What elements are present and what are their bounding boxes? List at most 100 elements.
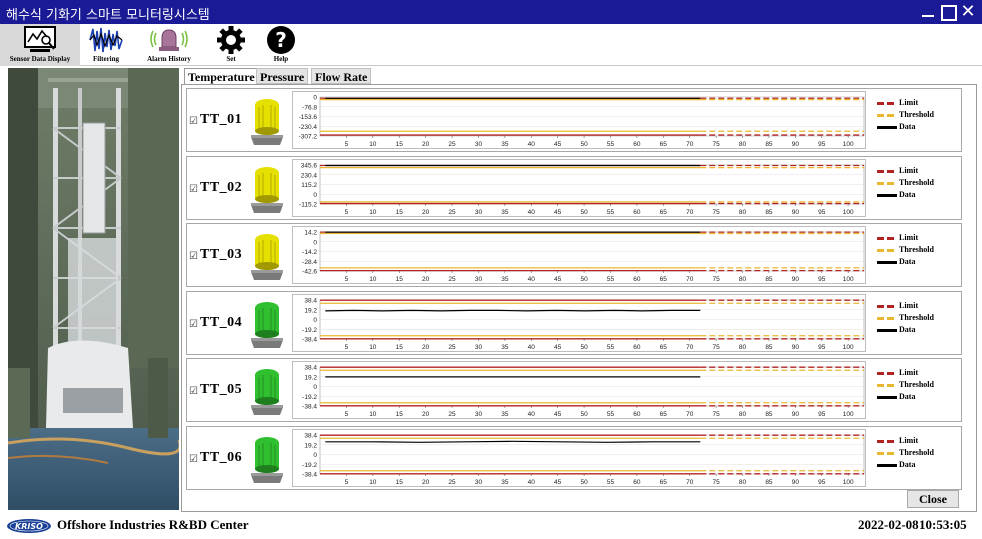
legend-item-limit: Limit — [877, 232, 961, 244]
x-tick-label: 70 — [686, 141, 694, 148]
x-tick-label: 5 — [345, 411, 349, 418]
filtering-button[interactable]: Filtering — [84, 24, 128, 66]
temperature-panel: Close ☑ TT_01 0 -76.8 -153.6 -230.4 -307.2 5 10 15… — [181, 84, 977, 512]
legend-item-threshold: Threshold — [877, 447, 961, 459]
legend-label: Threshold — [899, 447, 934, 457]
sensor-checkbox[interactable]: ☑ — [189, 184, 198, 195]
tab-flow-rate[interactable]: Flow Rate — [311, 68, 372, 84]
legend-swatch — [877, 181, 897, 185]
sensor-data-display-button[interactable]: Sensor Data Display — [0, 24, 80, 66]
legend-label: Data — [899, 122, 916, 131]
tab-temperature[interactable]: Temperature — [184, 68, 259, 85]
x-tick-label: 75 — [712, 141, 720, 148]
sensor-checkbox[interactable]: ☑ — [189, 386, 198, 397]
close-window-button[interactable]: ✕ — [958, 2, 978, 22]
sensor-row: ☑ TT_03 14.2 0 -14.2 -28.4 -42.6 5 10 15 20 25 30 35 4… — [186, 223, 962, 287]
legend-label: Limit — [899, 233, 919, 242]
x-tick-label: 30 — [475, 411, 483, 418]
x-tick-label: 20 — [422, 479, 430, 486]
minimize-button[interactable] — [918, 2, 938, 22]
sensor-row: ☑ TT_05 38.4 19.2 0 -19.2 -38.4 5 10 15 20 25 30 35 40… — [186, 358, 962, 422]
legend-swatch — [877, 396, 897, 399]
y-tick-label: 0 — [313, 317, 317, 324]
x-tick-label: 50 — [580, 276, 588, 283]
x-tick-label: 45 — [554, 141, 562, 148]
close-button[interactable]: Close — [907, 490, 959, 508]
maximize-button[interactable] — [938, 2, 958, 22]
legend-label: Limit — [899, 300, 919, 310]
sensor-row: ☑ TT_06 38.4 19.2 0 -19.2 -38.4 5 10 15 20 25 30 35 40… — [186, 425, 962, 490]
chart-legend: Limit Threshold Data — [877, 232, 961, 268]
alarm-history-button[interactable]: Alarm History — [142, 24, 196, 66]
legend-label: Limit — [899, 368, 919, 377]
sensor-chart: 345.6 230.4 115.2 0 -115.2 5 10 15 20 25 30 35 40 45 5… — [292, 158, 866, 217]
x-tick-label: 85 — [765, 344, 773, 351]
x-tick-label: 15 — [396, 276, 404, 283]
x-tick-label: 55 — [607, 141, 615, 148]
y-tick-label: -19.2 — [302, 326, 317, 333]
alarm-bell-icon — [150, 29, 188, 51]
x-tick-label: 25 — [448, 141, 456, 148]
legend-label: Data — [899, 189, 916, 199]
chart-legend: Limit Threshold Data — [877, 367, 961, 403]
x-tick-label: 80 — [739, 141, 747, 148]
current-time: 10:53:05 — [919, 517, 967, 532]
legend-item-data: Data — [877, 189, 961, 201]
legend-item-data: Data — [877, 324, 961, 336]
x-tick-label: 75 — [712, 479, 720, 486]
x-tick-label: 10 — [369, 411, 377, 418]
set-button[interactable]: Set — [212, 24, 250, 66]
svg-text:KRISO: KRISO — [15, 522, 43, 531]
x-tick-label: 50 — [580, 479, 588, 486]
sensor-name: TT_05 — [200, 382, 243, 397]
x-tick-label: 25 — [448, 209, 456, 216]
legend-label: Limit — [899, 435, 919, 445]
tab-pressure[interactable]: Pressure — [256, 68, 309, 84]
y-tick-label: -38.4 — [302, 404, 317, 411]
legend-label: Threshold — [899, 110, 934, 119]
x-tick-label: 40 — [528, 209, 536, 216]
x-tick-label: 90 — [792, 344, 800, 351]
x-tick-label: 5 — [345, 276, 349, 283]
y-tick-label: -115.2 — [299, 201, 317, 208]
x-tick-label: 5 — [345, 141, 349, 148]
x-tick-label: 95 — [818, 141, 826, 148]
x-tick-label: 25 — [448, 479, 456, 486]
x-tick-label: 95 — [818, 411, 826, 418]
legend-swatch — [877, 463, 897, 467]
x-tick-label: 75 — [712, 344, 720, 351]
x-tick-label: 35 — [501, 411, 509, 418]
legend-swatch — [877, 102, 897, 105]
toolbar-label: Filtering — [92, 55, 120, 63]
x-tick-label: 85 — [765, 141, 773, 148]
y-tick-label: -14.2 — [302, 249, 317, 256]
sensor-chart: 38.4 19.2 0 -19.2 -38.4 5 10 15 20 25 30 35 40 45 50 55… — [292, 293, 866, 352]
x-tick-label: 75 — [712, 411, 720, 418]
x-tick-label: 50 — [580, 411, 588, 418]
x-tick-label: 80 — [739, 344, 747, 351]
sensor-checkbox[interactable]: ☑ — [189, 319, 198, 330]
x-tick-label: 65 — [660, 411, 668, 418]
legend-label: Data — [899, 392, 916, 401]
sensor-chart: 38.4 19.2 0 -19.2 -38.4 5 10 15 20 25 30 35 40 45 50 55… — [292, 428, 866, 487]
help-button[interactable]: ? Help — [262, 24, 300, 66]
sensor-row: ☑ TT_02 345.6 230.4 115.2 0 -115.2 5 10 15 20 25 30 3… — [186, 155, 962, 220]
sensor-checkbox[interactable]: ☑ — [189, 116, 198, 127]
legend-swatch — [877, 451, 897, 455]
sensor-checkbox[interactable]: ☑ — [189, 454, 198, 465]
x-tick-label: 15 — [396, 344, 404, 351]
title-bar: 해수식 기화기 스마트 모니터링시스템 ✕ — [0, 0, 982, 24]
legend-item-limit: Limit — [877, 435, 961, 447]
x-tick-label: 5 — [345, 209, 349, 216]
y-tick-label: -153.6 — [299, 114, 318, 121]
sensor-name: TT_03 — [200, 247, 243, 262]
x-tick-label: 40 — [528, 479, 536, 486]
legend-item-data: Data — [877, 459, 961, 471]
sensor-checkbox[interactable]: ☑ — [189, 251, 198, 262]
x-tick-label: 20 — [422, 141, 430, 148]
status-footer: KRISO Offshore Industries R&BD Center 20… — [0, 514, 982, 539]
x-tick-label: 80 — [739, 209, 747, 216]
current-date: 2022-02-08 — [858, 517, 919, 532]
y-tick-label: -28.4 — [302, 259, 317, 266]
legend-label: Data — [899, 324, 916, 334]
